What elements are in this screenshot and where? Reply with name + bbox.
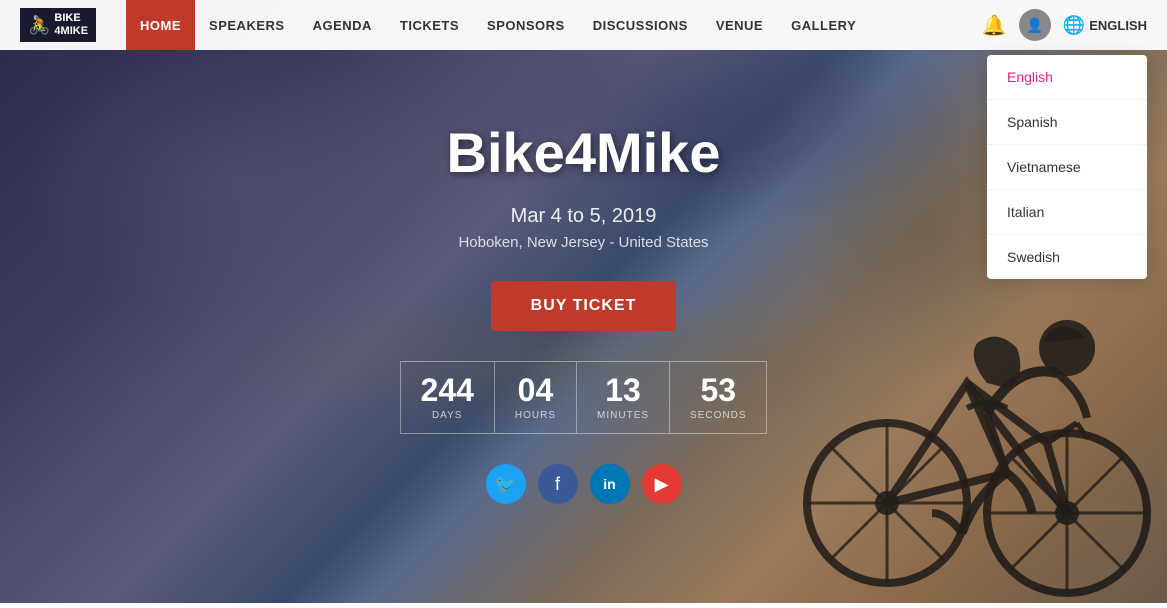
globe-icon: 🌐 bbox=[1063, 15, 1085, 36]
language-button[interactable]: 🌐 ENGLISH bbox=[1063, 15, 1147, 36]
buy-ticket-button[interactable]: BUY TICKET bbox=[491, 281, 677, 331]
countdown-minutes: 13 MINUTES bbox=[577, 362, 670, 433]
notification-bell-icon[interactable]: 🔔 bbox=[982, 13, 1007, 38]
hero-date: Mar 4 to 5, 2019 bbox=[511, 205, 657, 228]
nav-speakers[interactable]: SPEAKERS bbox=[195, 0, 299, 50]
logo-text-line2: 4MIKE bbox=[54, 25, 88, 38]
logo[interactable]: 🚴 BIKE 4MIKE bbox=[20, 8, 96, 42]
countdown-seconds-label: SECONDS bbox=[690, 410, 746, 421]
linkedin-button[interactable]: in bbox=[590, 464, 630, 504]
countdown-days-label: DAYS bbox=[421, 410, 474, 421]
hero-content: Bike4Mike Mar 4 to 5, 2019 Hoboken, New … bbox=[400, 120, 768, 504]
countdown-hours: 04 HOURS bbox=[495, 362, 577, 433]
lang-option-spanish[interactable]: Spanish bbox=[987, 100, 1147, 145]
linkedin-icon: in bbox=[603, 476, 615, 492]
nav-sponsors[interactable]: SPONSORS bbox=[473, 0, 579, 50]
countdown-hours-value: 04 bbox=[515, 374, 556, 406]
countdown-seconds: 53 SECONDS bbox=[670, 362, 766, 433]
avatar[interactable]: 👤 bbox=[1019, 9, 1051, 41]
facebook-button[interactable]: f bbox=[538, 464, 578, 504]
lang-option-vietnamese[interactable]: Vietnamese bbox=[987, 145, 1147, 190]
nav-venue[interactable]: VENUE bbox=[702, 0, 777, 50]
countdown-days: 244 DAYS bbox=[401, 362, 495, 433]
hero-location: Hoboken, New Jersey - United States bbox=[458, 234, 708, 251]
hero-title: Bike4Mike bbox=[447, 120, 721, 185]
language-dropdown: English Spanish Vietnamese Italian Swedi… bbox=[987, 55, 1147, 279]
countdown-timer: 244 DAYS 04 HOURS 13 MINUTES 53 SECONDS bbox=[400, 361, 768, 434]
youtube-icon: ▶ bbox=[655, 474, 669, 495]
countdown-minutes-label: MINUTES bbox=[597, 410, 649, 421]
nav-tickets[interactable]: TICKETS bbox=[386, 0, 473, 50]
countdown-days-value: 244 bbox=[421, 374, 474, 406]
logo-text-line1: BIKE bbox=[54, 12, 88, 25]
social-links: 🐦 f in ▶ bbox=[486, 464, 682, 504]
language-label: ENGLISH bbox=[1089, 18, 1147, 33]
main-nav: HOME SPEAKERS AGENDA TICKETS SPONSORS DI… bbox=[126, 0, 982, 50]
nav-home[interactable]: HOME bbox=[126, 0, 195, 50]
countdown-minutes-value: 13 bbox=[597, 374, 649, 406]
nav-right: 🔔 👤 🌐 ENGLISH bbox=[982, 9, 1147, 41]
twitter-icon: 🐦 bbox=[494, 474, 516, 495]
lang-option-english[interactable]: English bbox=[987, 55, 1147, 100]
countdown-hours-label: HOURS bbox=[515, 410, 556, 421]
nav-agenda[interactable]: AGENDA bbox=[299, 0, 386, 50]
twitter-button[interactable]: 🐦 bbox=[486, 464, 526, 504]
logo-icon: 🚴 bbox=[28, 15, 50, 36]
nav-gallery[interactable]: GALLERY bbox=[777, 0, 870, 50]
nav-discussions[interactable]: DISCUSSIONS bbox=[579, 0, 702, 50]
lang-option-italian[interactable]: Italian bbox=[987, 190, 1147, 235]
youtube-button[interactable]: ▶ bbox=[642, 464, 682, 504]
navbar: 🚴 BIKE 4MIKE HOME SPEAKERS AGENDA TICKET… bbox=[0, 0, 1167, 50]
countdown-seconds-value: 53 bbox=[690, 374, 746, 406]
hero-section: 🚴 BIKE 4MIKE HOME SPEAKERS AGENDA TICKET… bbox=[0, 0, 1167, 603]
lang-option-swedish[interactable]: Swedish bbox=[987, 235, 1147, 279]
facebook-icon: f bbox=[555, 474, 560, 495]
avatar-icon: 👤 bbox=[1026, 17, 1043, 34]
